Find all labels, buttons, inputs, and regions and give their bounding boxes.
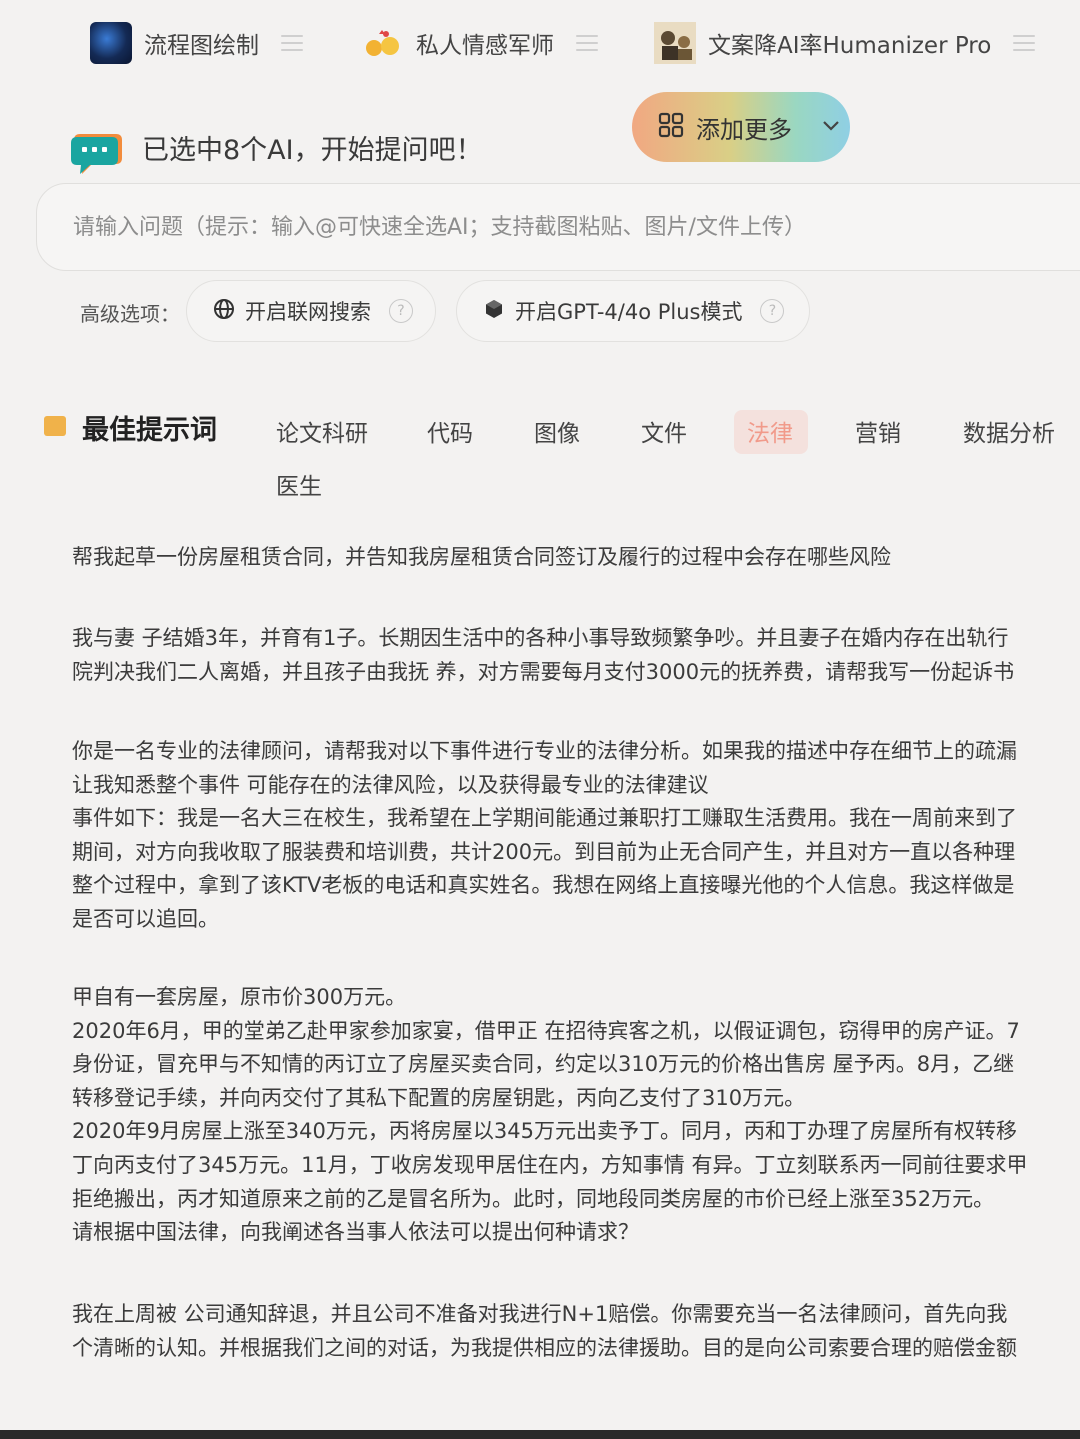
best-prompts-title: 最佳提示词: [82, 415, 217, 446]
tab-doctor[interactable]: 医生: [276, 467, 322, 501]
prompt-line: 我在上周被 公司通知辞退，并且公司不准备对我进行N+1赔偿。你需要充当一名法律顾…: [72, 1302, 1008, 1326]
ai-chip-humanizer[interactable]: 文案降AI率Humanizer Pro: [654, 14, 1036, 72]
prompt-line: 是否可以追回。: [72, 906, 219, 931]
prompt-line: 转移登记手续，并向丙交付了其私下配置的房屋钥匙，丙向乙支付了310万元。: [72, 1085, 806, 1110]
prompt-line: 甲自有一套房屋，原市价300万元。: [72, 985, 407, 1009]
chevron-down-icon: [822, 113, 840, 137]
prompt-item[interactable]: 帮我起草一份房屋租赁合同，并告知我房屋租赁合同签订及履行的过程中会存在哪些风险: [72, 541, 891, 575]
prompt-line: 帮我起草一份房屋租赁合同，并告知我房屋租赁合同签订及履行的过程中会存在哪些风险: [72, 545, 891, 569]
prompt-line: 期间，对方向我收取了服装费和培训费，共计200元。到目前为止无合同产生，并且对方…: [72, 839, 1016, 864]
ai-chip-name: 文案降AI率Humanizer Pro: [708, 33, 992, 59]
web-search-label: 开启联网搜索: [245, 300, 371, 324]
tab-law[interactable]: 法律: [747, 414, 793, 448]
prompt-line: 2020年6月，甲的堂弟乙赴甲家参加家宴，借甲正 在招待宾客之机，以假证调包，窃…: [72, 1018, 1020, 1043]
add-more-label: 添加更多: [696, 115, 792, 144]
prompt-line: 院判决我们二人离婚，并且孩子由我抚 养，对方需要每月支付3000元的抚养费，请帮…: [72, 659, 1015, 684]
tab-research[interactable]: 论文科研: [276, 414, 368, 448]
chat-bubble-icon: [68, 132, 126, 178]
prompt-line: 你是一名专业的法律顾问，请帮我对以下事件进行专业的法律分析。如果我的描述中存在细…: [72, 739, 1017, 763]
prompt-line: 事件如下：我是一名大三在校生，我希望在上学期间能通过兼职打工赚取生活费用。我在一…: [72, 806, 1017, 831]
prompt-line: 身份证，冒充甲与不知情的丙订立了房屋买卖合同，约定以310万元的价格出售房 屋予…: [72, 1052, 1015, 1077]
prompt-item[interactable]: 你是一名专业的法律顾问，请帮我对以下事件进行专业的法律分析。如果我的描述中存在细…: [72, 735, 1017, 937]
drag-handle-icon[interactable]: [576, 35, 598, 51]
question-input[interactable]: [36, 183, 1080, 271]
tab-data-analysis[interactable]: 数据分析: [963, 414, 1055, 448]
gpt-plus-toggle[interactable]: 开启GPT-4/4o Plus模式 ?: [456, 280, 810, 342]
ai-avatar-icon: [654, 22, 696, 64]
prompt-line: 整个过程中，拿到了该KTV老板的电话和真实姓名。我想在网络上直接曝光他的个人信息…: [72, 873, 1015, 898]
tab-image[interactable]: 图像: [534, 414, 580, 448]
tab-file[interactable]: 文件: [641, 414, 687, 448]
ai-chip-name: 私人情感军师: [416, 33, 554, 59]
grid-icon: [658, 112, 684, 142]
help-icon[interactable]: ?: [389, 299, 413, 323]
gpt-plus-label: 开启GPT-4/4o Plus模式: [515, 300, 743, 324]
tab-marketing[interactable]: 营销: [855, 414, 901, 448]
ai-chip-flowchart[interactable]: 流程图绘制: [90, 14, 303, 72]
help-icon[interactable]: ?: [760, 299, 785, 323]
globe-icon: [213, 298, 235, 324]
selected-ai-count: 已选中8个AI，开始提问吧！: [142, 135, 483, 166]
web-search-toggle[interactable]: 开启联网搜索 ?: [186, 280, 436, 342]
prompt-line: 拒绝搬出，丙才知道原来之前的乙是冒名所为。此时，同地段同类房屋的市价已经上涨至3…: [72, 1186, 995, 1211]
ai-avatar-icon: [90, 22, 132, 64]
prompt-item[interactable]: 我与妻 子结婚3年，并育有1子。长期因生活中的各种小事导致频繁争吵。并且妻子在婚…: [72, 622, 1014, 689]
drag-handle-icon[interactable]: [281, 35, 303, 51]
prompt-line: 个清晰的认知。并根据我们之间的对话，为我提供相应的法律援助。目的是向公司索要合理…: [72, 1335, 1017, 1360]
prompt-line: 我与妻 子结婚3年，并育有1子。长期因生活中的各种小事导致频繁争吵。并且妻子在婚…: [72, 626, 1009, 650]
bookmark-icon: [44, 416, 66, 436]
prompt-line: 请根据中国法律，向我阐述各当事人依法可以提出何种请求？: [72, 1220, 639, 1245]
prompt-line: 让我知悉整个事件 可能存在的法律风险，以及获得最专业的法律建议: [72, 772, 709, 797]
add-more-button[interactable]: 添加更多: [632, 92, 850, 162]
prompt-item[interactable]: 甲自有一套房屋，原市价300万元。 2020年6月，甲的堂弟乙赴甲家参加家宴，借…: [72, 981, 1027, 1250]
screen-bezel: [0, 1430, 1080, 1439]
cube-icon: [483, 298, 505, 324]
ai-avatar-icon: [362, 22, 404, 64]
advanced-options-label: 高级选项：: [80, 302, 180, 326]
drag-handle-icon[interactable]: [1013, 35, 1036, 51]
prompt-item[interactable]: 我在上周被 公司通知辞退，并且公司不准备对我进行N+1赔偿。你需要充当一名法律顾…: [72, 1298, 1017, 1365]
prompt-line: 丁向丙支付了345万元。11月，丁收房发现甲居住在内，方知事情 有异。丁立刻联系…: [72, 1152, 1028, 1177]
ai-chip-emotion-advisor[interactable]: 私人情感军师: [362, 14, 598, 72]
ai-chip-name: 流程图绘制: [144, 33, 259, 59]
prompt-line: 2020年9月房屋上涨至340万元，丙将房屋以345万元出卖予丁。同月，丙和丁办…: [72, 1119, 1017, 1144]
tab-code[interactable]: 代码: [427, 414, 473, 448]
